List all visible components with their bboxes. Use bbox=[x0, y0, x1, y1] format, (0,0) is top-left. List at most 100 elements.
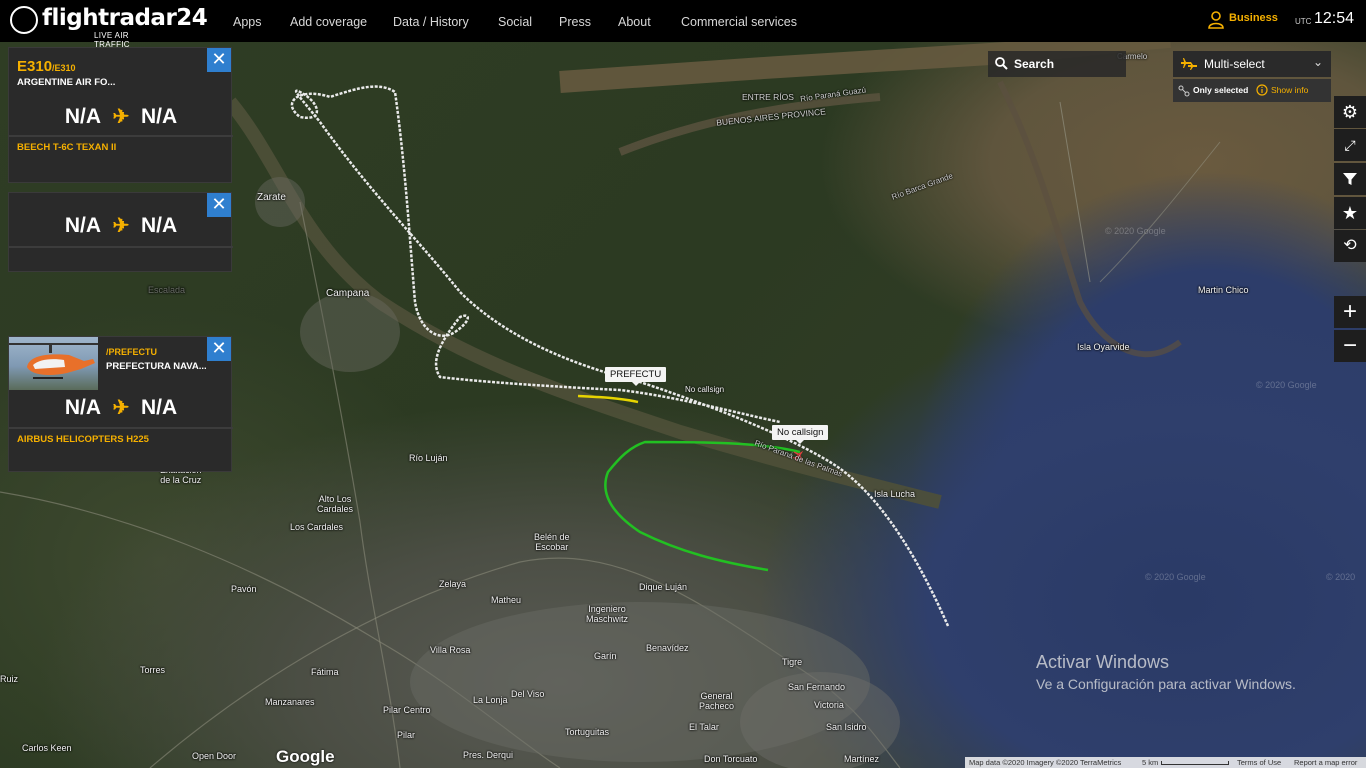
multi-plane-icon bbox=[1181, 58, 1197, 70]
report-map-error-link[interactable]: Report a map error bbox=[1294, 757, 1357, 768]
nav-apps[interactable]: Apps bbox=[233, 0, 262, 42]
map-label-fatima: Fátima bbox=[311, 667, 339, 677]
close-icon[interactable]: ✕ bbox=[207, 48, 231, 72]
map-label-dique-lujan: Dique Luján bbox=[639, 582, 688, 592]
filter-icon[interactable] bbox=[1334, 163, 1366, 195]
zoom-out-icon[interactable]: − bbox=[1334, 330, 1366, 362]
route: N/A ✈ N/A bbox=[9, 395, 233, 420]
windows-activation-watermark: Activar Windows Ve a Configuración para … bbox=[1036, 652, 1296, 692]
map-label-escalada: Escalada bbox=[148, 285, 186, 295]
top-navigation-bar: flightradar24 LIVE AIR TRAFFIC Apps Add … bbox=[0, 0, 1366, 49]
map-label-garin: Garín bbox=[594, 651, 617, 661]
logo-text: flightradar24 bbox=[42, 5, 208, 31]
helicopter-icon bbox=[9, 343, 98, 379]
multi-select-dropdown[interactable]: Multi-select ⌄ bbox=[1173, 51, 1331, 77]
map-watermark: © 2020 Google bbox=[1105, 226, 1166, 236]
info-icon bbox=[1256, 84, 1268, 96]
aircraft-photo[interactable] bbox=[9, 337, 98, 390]
flightradar24-logo[interactable]: flightradar24 LIVE AIR TRAFFIC bbox=[10, 4, 208, 49]
nav-social[interactable]: Social bbox=[498, 0, 532, 42]
nav-press[interactable]: Press bbox=[559, 0, 591, 42]
origin-airport: N/A bbox=[64, 105, 101, 128]
map-label-manzanares: Manzanares bbox=[265, 697, 315, 707]
map-tag-prefectu[interactable]: PREFECTU bbox=[605, 367, 667, 386]
divider bbox=[9, 135, 233, 137]
nav-commercial-services[interactable]: Commercial services bbox=[681, 0, 797, 42]
search-box[interactable]: Search bbox=[988, 51, 1126, 77]
flight-panel-unknown[interactable]: ✕ N/A ✈ N/A bbox=[8, 192, 233, 272]
map-label-benavidez: Benavídez bbox=[646, 643, 689, 653]
windows-activation-subtitle: Ve a Configuración para activar Windows. bbox=[1036, 676, 1296, 692]
map-label-victoria: Victoria bbox=[814, 700, 844, 710]
search-label: Search bbox=[1014, 57, 1055, 71]
map-label-pres-derqui: Pres. Derqui bbox=[463, 750, 514, 760]
map-label-tortuguitas: Tortuguitas bbox=[565, 727, 610, 737]
utc-clock: 12:54 bbox=[1314, 10, 1355, 27]
zoom-in-icon[interactable]: + bbox=[1334, 296, 1366, 328]
map-label-matheu: Matheu bbox=[491, 595, 522, 605]
map-label-tigre: Tigre bbox=[782, 657, 803, 667]
map-label-carlos-keen: Carlos Keen bbox=[22, 743, 72, 753]
map-label-torres: Torres bbox=[140, 665, 166, 675]
logo-subtitle: LIVE AIR TRAFFIC bbox=[94, 31, 130, 49]
playback-icon[interactable]: ⟲ bbox=[1334, 230, 1366, 262]
map-label-villa-rosa: Villa Rosa bbox=[430, 645, 471, 655]
map-data-attribution: Map data ©2020 Imagery ©2020 TerraMetric… bbox=[969, 758, 1122, 767]
map-label-general-pacheco: General Pacheco bbox=[699, 691, 735, 711]
map-label-open-door: Open Door bbox=[192, 751, 237, 761]
close-icon[interactable]: ✕ bbox=[207, 337, 231, 361]
river-branch bbox=[618, 93, 881, 156]
nav-add-coverage[interactable]: Add coverage bbox=[290, 0, 367, 42]
flight-panel-prefectu[interactable]: /PREFECTU PREFECTURA NAVA... ✕ N/A ✈ N/A A… bbox=[8, 336, 233, 472]
nav-about[interactable]: About bbox=[618, 0, 651, 42]
map-label-ruiz: Ruiz bbox=[0, 674, 19, 684]
plane-icon: ✈ bbox=[112, 397, 130, 419]
star-icon[interactable]: ★ bbox=[1334, 197, 1366, 229]
flight-panel-e310[interactable]: E310/E310 ARGENTINE AIR FO... ✕ N/A ✈ N/A … bbox=[8, 47, 233, 183]
map-label-pavon: Pavón bbox=[231, 584, 257, 594]
map-label-entre-rios: ENTRE RÍOS bbox=[742, 92, 794, 102]
map-label-belen-de-escobar: Belén de Escobar bbox=[534, 532, 570, 552]
map-label-don-torcuato: Don Torcuato bbox=[704, 754, 758, 764]
map-label-rio-lujan: Río Luján bbox=[409, 453, 448, 463]
show-info-toggle[interactable]: Show info bbox=[1271, 85, 1308, 95]
callsign: E310/E310 bbox=[17, 58, 76, 75]
map-label-los-cardales: Los Cardales bbox=[290, 522, 344, 532]
map-label-no-callsign[interactable]: No callsign bbox=[685, 385, 724, 394]
map-label-san-fernando: San Fernando bbox=[788, 682, 846, 692]
radar-logo-icon bbox=[10, 6, 38, 34]
map-label-el-talar: El Talar bbox=[689, 722, 719, 732]
fullscreen-icon[interactable]: ⤢ bbox=[1334, 129, 1366, 161]
map-watermark: © 2020 bbox=[1326, 572, 1356, 582]
map-watermark: © 2020 Google bbox=[1256, 380, 1317, 390]
map-label-la-lonja: La Lonja bbox=[473, 695, 508, 705]
search-icon bbox=[995, 57, 1008, 70]
settings-gear-icon[interactable]: ⚙ bbox=[1334, 96, 1366, 128]
urban-area bbox=[300, 292, 400, 372]
only-selected-toggle[interactable]: Only selected bbox=[1193, 85, 1248, 95]
aircraft-type: AIRBUS HELICOPTERS H225 bbox=[17, 434, 149, 445]
map-label-pilar: Pilar bbox=[397, 730, 416, 740]
airline-name: PREFECTURA NAVA... bbox=[106, 361, 207, 372]
chevron-down-icon: ⌄ bbox=[1312, 55, 1323, 69]
map-label-campana: Campana bbox=[326, 288, 370, 299]
route: N/A ✈ N/A bbox=[9, 213, 233, 238]
google-logo: Google bbox=[276, 747, 335, 766]
plane-icon: ✈ bbox=[112, 106, 130, 128]
map-label-alto-los-cardales: Alto Los Cardales bbox=[317, 494, 354, 514]
origin-airport: N/A bbox=[64, 396, 101, 419]
map-attribution-bar: Map data ©2020 Imagery ©2020 TerraMetric… bbox=[965, 757, 1366, 768]
multi-select-options: Only selected Show info bbox=[1173, 79, 1331, 102]
road bbox=[1099, 141, 1221, 283]
terms-of-use-link[interactable]: Terms of Use bbox=[1237, 757, 1281, 768]
map-label-san-isidro: San Isidro bbox=[826, 722, 867, 732]
callsign: /PREFECTU bbox=[106, 347, 158, 357]
origin-airport: N/A bbox=[64, 214, 101, 237]
nav-data-history[interactable]: Data / History bbox=[393, 0, 469, 42]
airline-name: ARGENTINE AIR FO... bbox=[17, 77, 116, 88]
map-tag-no-callsign[interactable]: No callsign bbox=[772, 425, 829, 444]
user-icon[interactable] bbox=[1208, 11, 1224, 29]
business-account-link[interactable]: Business bbox=[1229, 12, 1278, 24]
map-label-isla-lucha: Isla Lucha bbox=[874, 489, 916, 499]
destination-airport: N/A bbox=[141, 105, 178, 128]
